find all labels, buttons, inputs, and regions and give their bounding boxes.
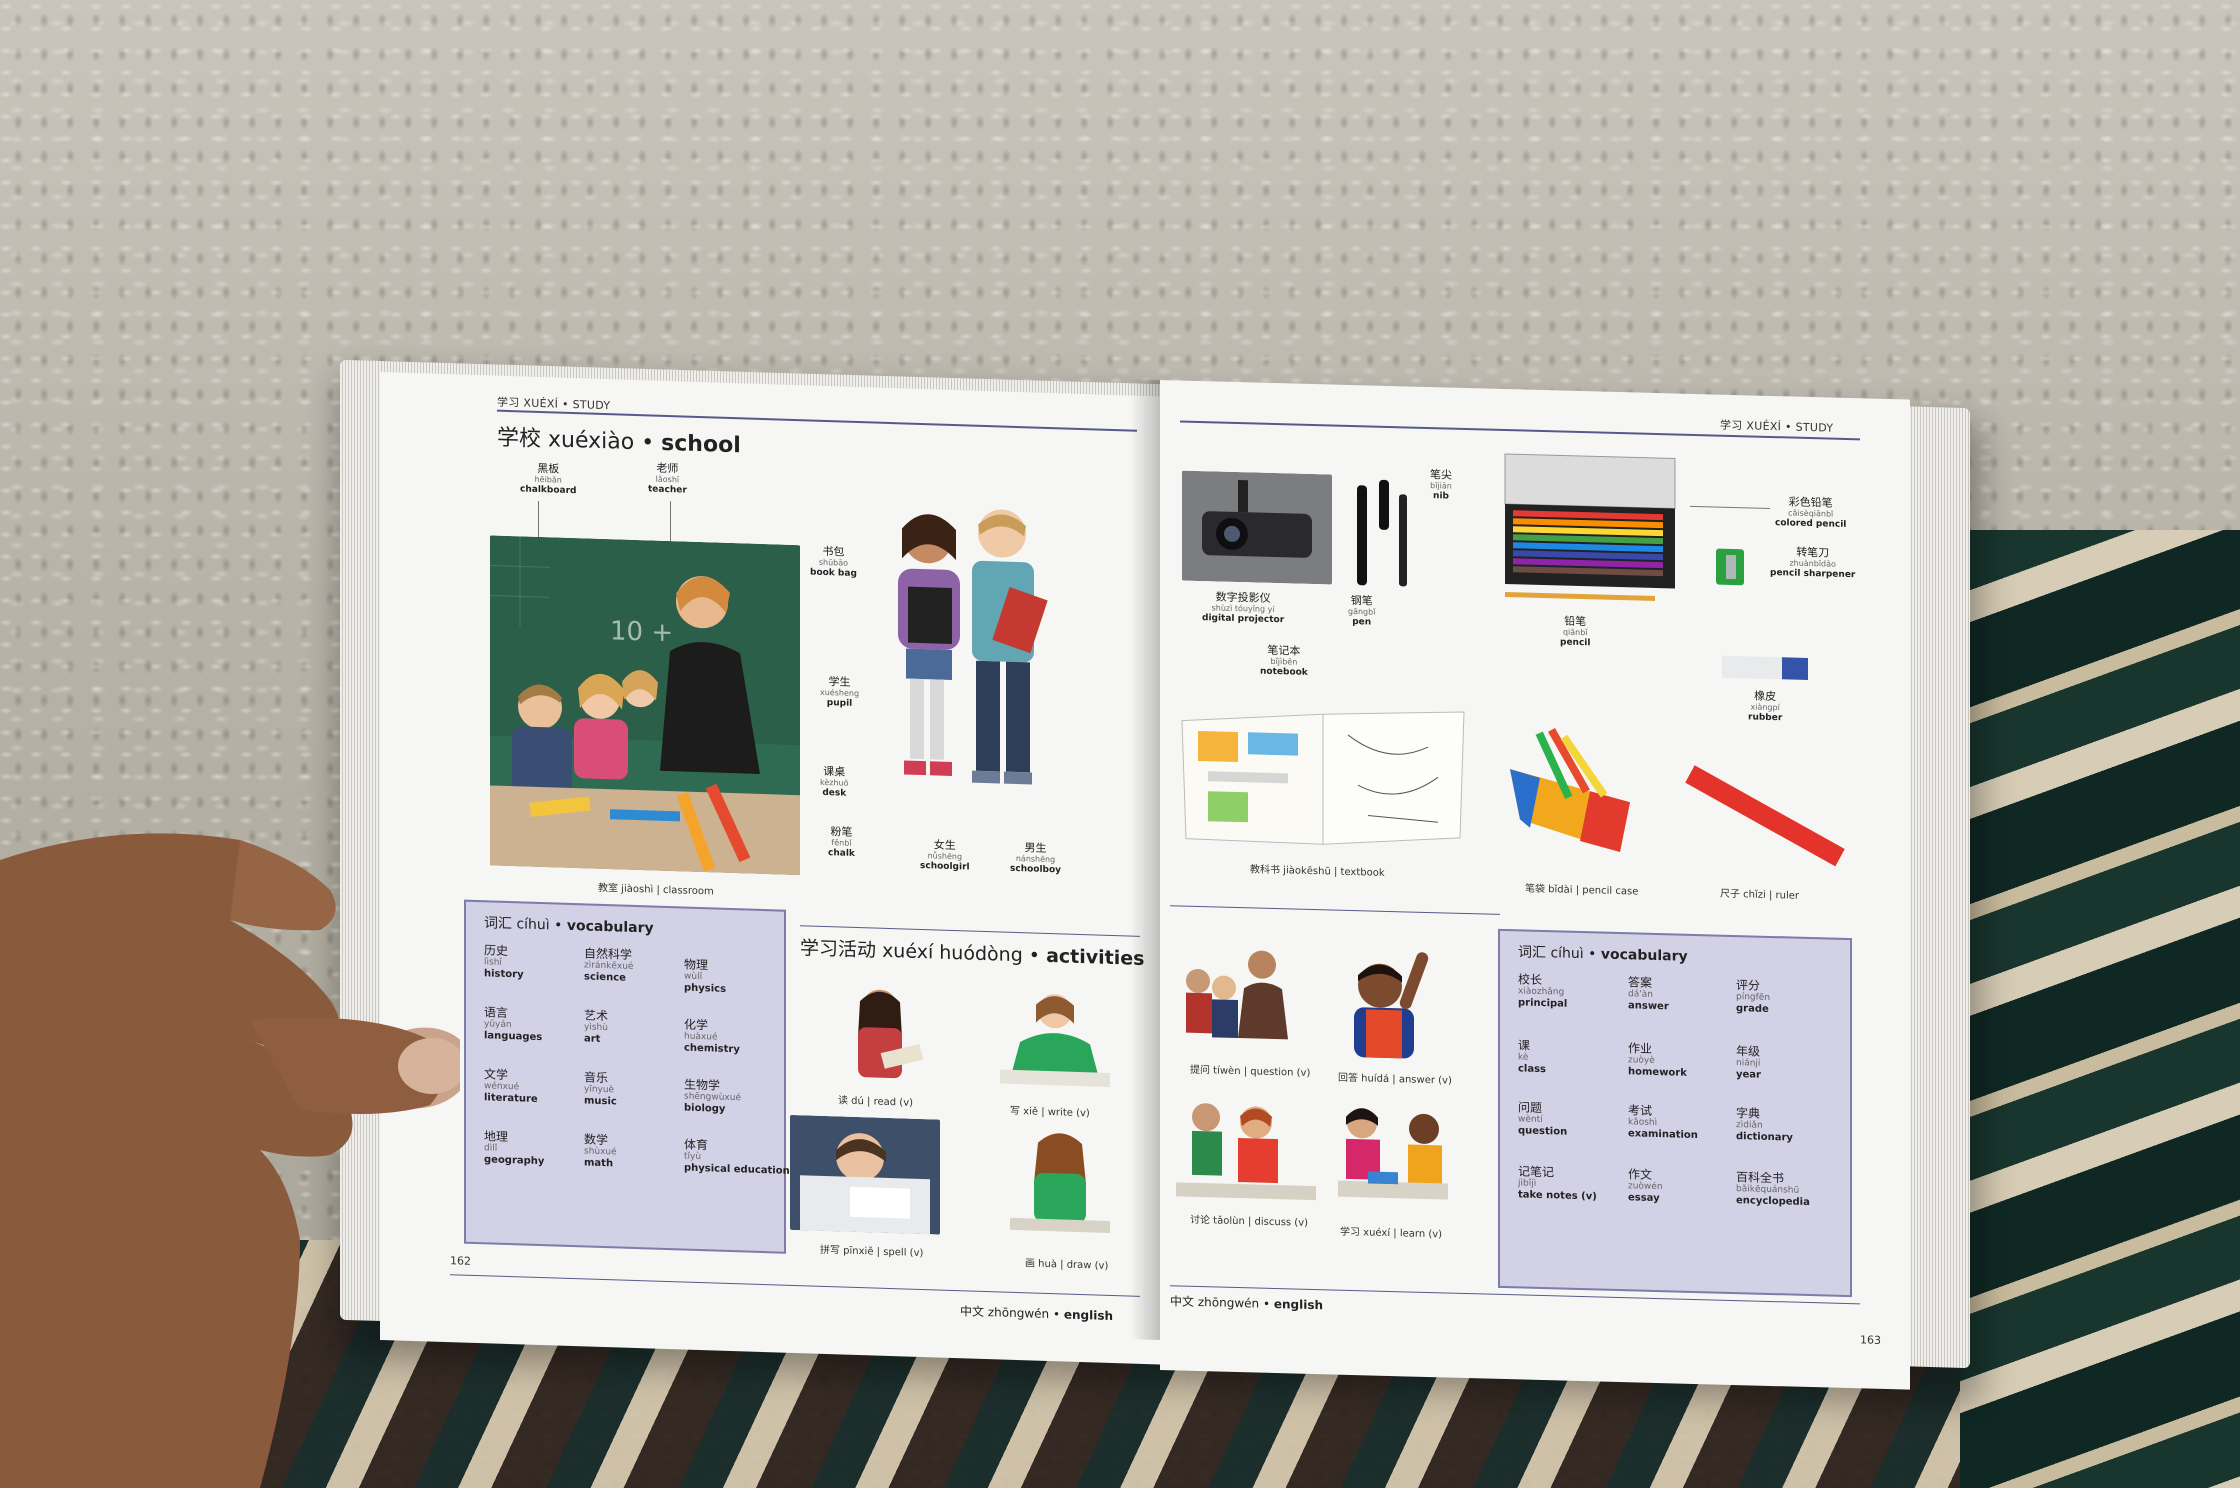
activity-discuss-photo: [1176, 1090, 1316, 1205]
vocab-item: 校长 xiàozhǎng principal: [1518, 972, 1568, 1010]
label-schoolgirl: 女生 nǚshēng schoolgirl: [920, 838, 970, 873]
page-title: 学校 xuéxiào • school: [497, 425, 741, 459]
caption-answer: 回答 huídá | answer (v): [1338, 1072, 1452, 1087]
left-page: 学习 XUÉXÍ • STUDY 学校 xuéxiào • school 黑板 h…: [380, 372, 1160, 1365]
caption-pencil-case: 笔袋 bǐdài | pencil case: [1525, 883, 1639, 898]
activity-question-photo: [1178, 940, 1308, 1054]
vocab-item: 化学 huàxué chemistry: [684, 1017, 740, 1056]
activity-draw-photo: [1000, 1121, 1120, 1241]
page-footer: 中文 zhōngwén • english: [1170, 1294, 1324, 1313]
colored-pencils-photo: [1495, 443, 1685, 609]
label-pen: 钢笔 gāngbǐ pen: [1348, 593, 1376, 628]
ruler-photo: [1670, 763, 1850, 869]
sharpener-photo: [1712, 544, 1748, 589]
vocabulary-title: 词汇 cíhuì • vocabulary: [1518, 944, 1688, 965]
label-schoolboy: 男生 nánshēng schoolboy: [1010, 841, 1062, 876]
rubber-photo: [1720, 650, 1810, 686]
vocab-item: 答案 dá'àn answer: [1628, 975, 1669, 1013]
label-nib: 笔尖 bǐjiān nib: [1430, 468, 1452, 502]
label-notebook: 笔记本 bǐjìběn notebook: [1260, 643, 1308, 678]
label-pencil: 铅笔 qiānbǐ pencil: [1560, 614, 1591, 649]
label-book-bag: 书包 shūbāo book bag: [810, 544, 857, 579]
caption-spell: 拼写 pīnxiě | spell (v): [820, 1244, 924, 1260]
label-chalk: 粉笔 fěnbǐ chalk: [828, 825, 855, 859]
page-number: 163: [1860, 1333, 1881, 1347]
caption-discuss: 讨论 tǎolùn | discuss (v): [1190, 1214, 1309, 1229]
vocab-item: 课 kè class: [1518, 1038, 1547, 1076]
vocab-item: 物理 wùlǐ physics: [684, 957, 727, 995]
activity-read-photo: [820, 975, 940, 1090]
caption-textbook: 教科书 jiàokēshū | textbook: [1250, 864, 1385, 879]
pencil-case-photo: [1490, 708, 1650, 863]
label-pencil-sharpener: 转笔刀 zhuànbǐdāo pencil sharpener: [1770, 545, 1856, 581]
footer-rule: [450, 1274, 1140, 1297]
caption-learn: 学习 xuéxí | learn (v): [1340, 1226, 1443, 1241]
vocab-item: 考试 kǎoshì examination: [1628, 1103, 1698, 1142]
right-page: 学习 XUÉXÍ • STUDY 数字投影仪 shùzì tóuyǐng yí di…: [1160, 380, 1910, 1390]
label-teacher: 老师 lǎoshī teacher: [648, 461, 687, 496]
textbook-photo: [1178, 700, 1468, 859]
caption-write: 写 xiě | write (v): [1010, 1105, 1090, 1120]
label-rubber: 橡皮 xiàngpí rubber: [1748, 689, 1783, 724]
schoolchildren-photo: [880, 497, 1050, 834]
label-digital-projector: 数字投影仪 shùzì tóuyǐng yí digital projector: [1202, 590, 1285, 626]
vocab-item: 年级 niánjí year: [1736, 1044, 1761, 1081]
caption-read: 读 dú | read (v): [838, 1095, 914, 1109]
pens-photo: [1345, 474, 1420, 597]
vocab-item: 评分 píngfēn grade: [1736, 978, 1771, 1015]
caption-draw: 画 huà | draw (v): [1025, 1258, 1109, 1272]
title-zh: 学校: [497, 425, 542, 453]
vocab-item: 作文 zuòwén essay: [1628, 1167, 1663, 1205]
caption-ruler: 尺子 chǐzi | ruler: [1720, 888, 1800, 902]
vocab-item: 作业 zuòyè homework: [1628, 1041, 1687, 1079]
running-head: 学习 XUÉXÍ • STUDY: [1720, 418, 1834, 435]
svg-text:10 + _: 10 + _: [610, 616, 695, 649]
hand: [0, 833, 460, 1488]
vocab-item: 生物学 shēngwùxué biology: [684, 1077, 741, 1115]
classroom-caption: 教室 jiàoshì | classroom: [598, 882, 714, 898]
patterned-rug-edge: [1960, 530, 2240, 1488]
activity-spell-photo: [790, 1114, 940, 1235]
activity-learn-photo: [1328, 1094, 1458, 1213]
caption-question: 提问 tíwèn | question (v): [1190, 1064, 1311, 1079]
activity-write-photo: [990, 981, 1120, 1096]
vocab-item: 字典 zìdiǎn dictionary: [1736, 1106, 1793, 1144]
label-desk: 课桌 kèzhuō desk: [820, 764, 849, 799]
vocabulary-title: 词汇 cíhuì • vocabulary: [484, 915, 654, 937]
vocab-item: 百科全书 bǎikēquánshū encyclopedia: [1736, 1170, 1810, 1209]
label-colored-pencil: 彩色铅笔 cǎisèqiānbǐ colored pencil: [1775, 495, 1847, 530]
activities-rule: [1170, 905, 1500, 915]
projector-photo: [1182, 470, 1332, 585]
vocab-item: 记笔记 jìbǐjì take notes (v): [1518, 1164, 1597, 1203]
title-pinyin: xuéxiào: [548, 427, 635, 455]
leader-line: [1690, 505, 1770, 509]
page-footer: 中文 zhōngwén • english: [960, 1304, 1114, 1324]
activity-answer-photo: [1328, 934, 1448, 1063]
scene: 学习 XUÉXÍ • STUDY 学校 xuéxiào • school 黑板 h…: [0, 0, 2240, 1488]
title-en: school: [661, 430, 741, 459]
classroom-photo: 10 + _: [490, 535, 800, 876]
label-pupil: 学生 xuésheng pupil: [820, 675, 860, 709]
vocab-item: 问题 wèntí question: [1518, 1100, 1568, 1138]
vocab-item: 体育 tǐyù physical education: [684, 1137, 790, 1177]
label-chalkboard: 黑板 hēibǎn chalkboard: [520, 461, 577, 497]
vocabulary-box: 词汇 cíhuì • vocabulary 校长 xiàozhǎng princip…: [1498, 928, 1852, 1298]
vocabulary-box: 词汇 cíhuì • vocabulary 历史 lìshǐ history 语言 y…: [464, 899, 790, 1254]
activities-title: 学习活动 xuéxí huódòng • activities: [800, 937, 1145, 971]
